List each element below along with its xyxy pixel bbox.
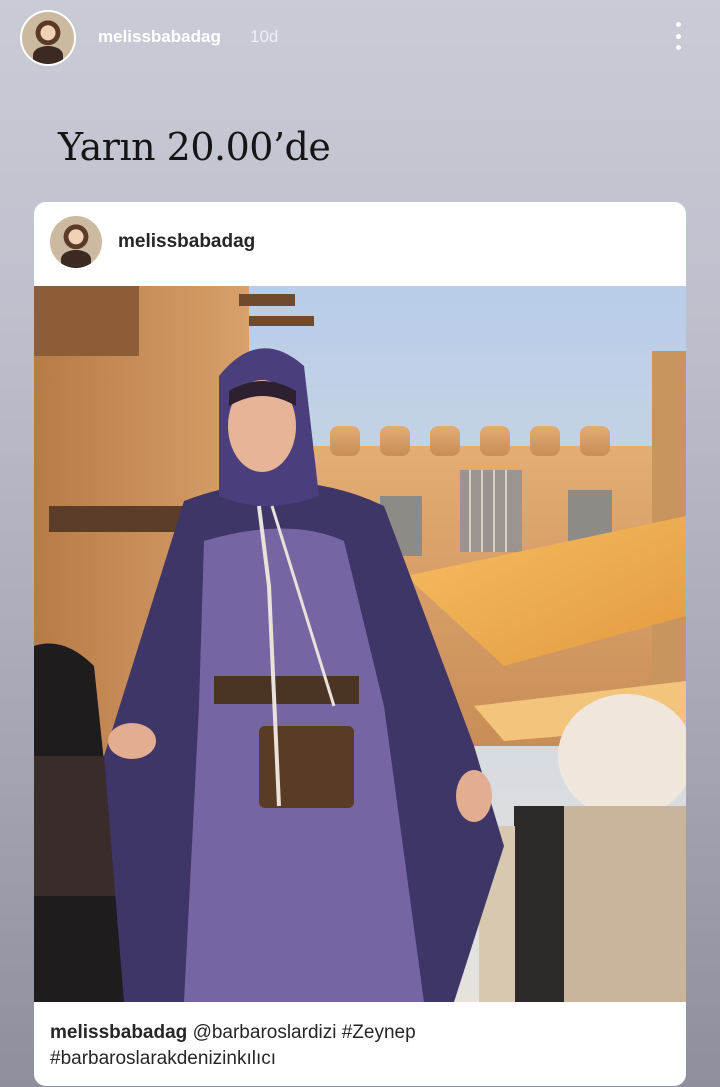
caption-text-line2[interactable]: #barbaroslarakdenizinkılıcı — [50, 1048, 276, 1069]
story-username[interactable]: melissbabadag — [98, 27, 221, 47]
caption-text-line1[interactable]: @barbaroslardizi #Zeynep — [193, 1022, 416, 1043]
post-photo[interactable] — [34, 286, 686, 1002]
more-options-icon[interactable] — [666, 20, 690, 52]
photo-illustration — [34, 286, 686, 1002]
story-avatar[interactable] — [20, 10, 76, 66]
shared-post-card[interactable]: melissbabadag melissbabadag @barbaroslar… — [34, 202, 686, 1086]
post-username[interactable]: melissbabadag — [118, 231, 255, 253]
post-avatar[interactable] — [50, 216, 102, 268]
post-caption: melissbabadag @barbaroslardizi #Zeynep #… — [50, 1020, 670, 1072]
story-timestamp: 10d — [250, 27, 279, 46]
story-header: melissbabadag 10d — [0, 0, 720, 76]
post-header: melissbabadag — [34, 202, 686, 286]
story-text: Yarın 20.00’de — [58, 125, 331, 169]
caption-username[interactable]: melissbabadag — [50, 1022, 187, 1043]
